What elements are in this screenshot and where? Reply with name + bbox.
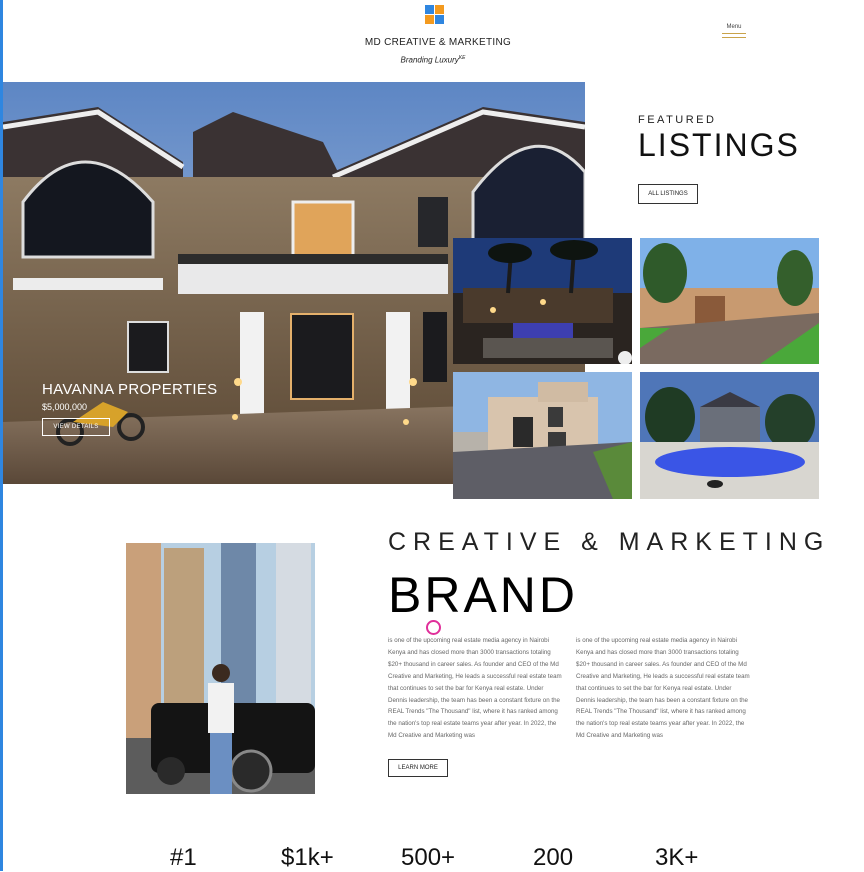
listings-heading: LISTINGS bbox=[638, 127, 800, 163]
listing-thumbnail-modern-house[interactable] bbox=[453, 372, 632, 499]
brand-tagline: Branding LuxuryKE bbox=[0, 55, 864, 65]
about-paragraph-1: is one of the upcoming real estate media… bbox=[388, 637, 562, 740]
listing-thumbnail-gated-driveway[interactable] bbox=[640, 238, 819, 364]
tagline-mark: KE bbox=[458, 55, 466, 61]
listing-thumbnail-mansion-pool[interactable] bbox=[640, 372, 819, 499]
menu-line-icon bbox=[722, 37, 746, 38]
hero-property-price: $5,000,000 bbox=[42, 402, 88, 412]
about-paragraph-2: is one of the upcoming real estate media… bbox=[576, 637, 750, 740]
stat-sales: $1k+ bbox=[281, 844, 334, 871]
hero-property-name: HAVANNA PROPERTIES bbox=[42, 381, 218, 398]
founder-photo bbox=[126, 543, 315, 794]
cursor-indicator bbox=[426, 620, 441, 635]
stat-rank: #1 bbox=[170, 844, 197, 871]
all-listings-button[interactable]: ALL LISTINGS bbox=[638, 184, 698, 204]
brand-logo[interactable] bbox=[425, 5, 445, 27]
listing-thumbnail-pool-night[interactable] bbox=[453, 238, 632, 364]
creative-marketing-heading: CREATIVE & MARKETING bbox=[388, 528, 831, 556]
menu-button[interactable]: Menu bbox=[722, 24, 746, 38]
stat-transactions: 500+ bbox=[401, 844, 456, 871]
featured-subheading: FEATURED bbox=[638, 114, 717, 126]
tagline-text: Branding Luxury bbox=[400, 55, 459, 65]
stat-clients: 200 bbox=[533, 844, 574, 871]
view-details-button[interactable]: VIEW DETAILS bbox=[42, 418, 110, 436]
menu-label: Menu bbox=[726, 24, 742, 30]
stat-projects: 3K+ bbox=[655, 844, 699, 871]
menu-line-icon bbox=[722, 33, 746, 34]
brand-heading: BRAND bbox=[388, 567, 579, 623]
learn-more-button[interactable]: LEARN MORE bbox=[388, 759, 448, 777]
brand-title[interactable]: MD CREATIVE & MARKETING bbox=[0, 37, 864, 48]
